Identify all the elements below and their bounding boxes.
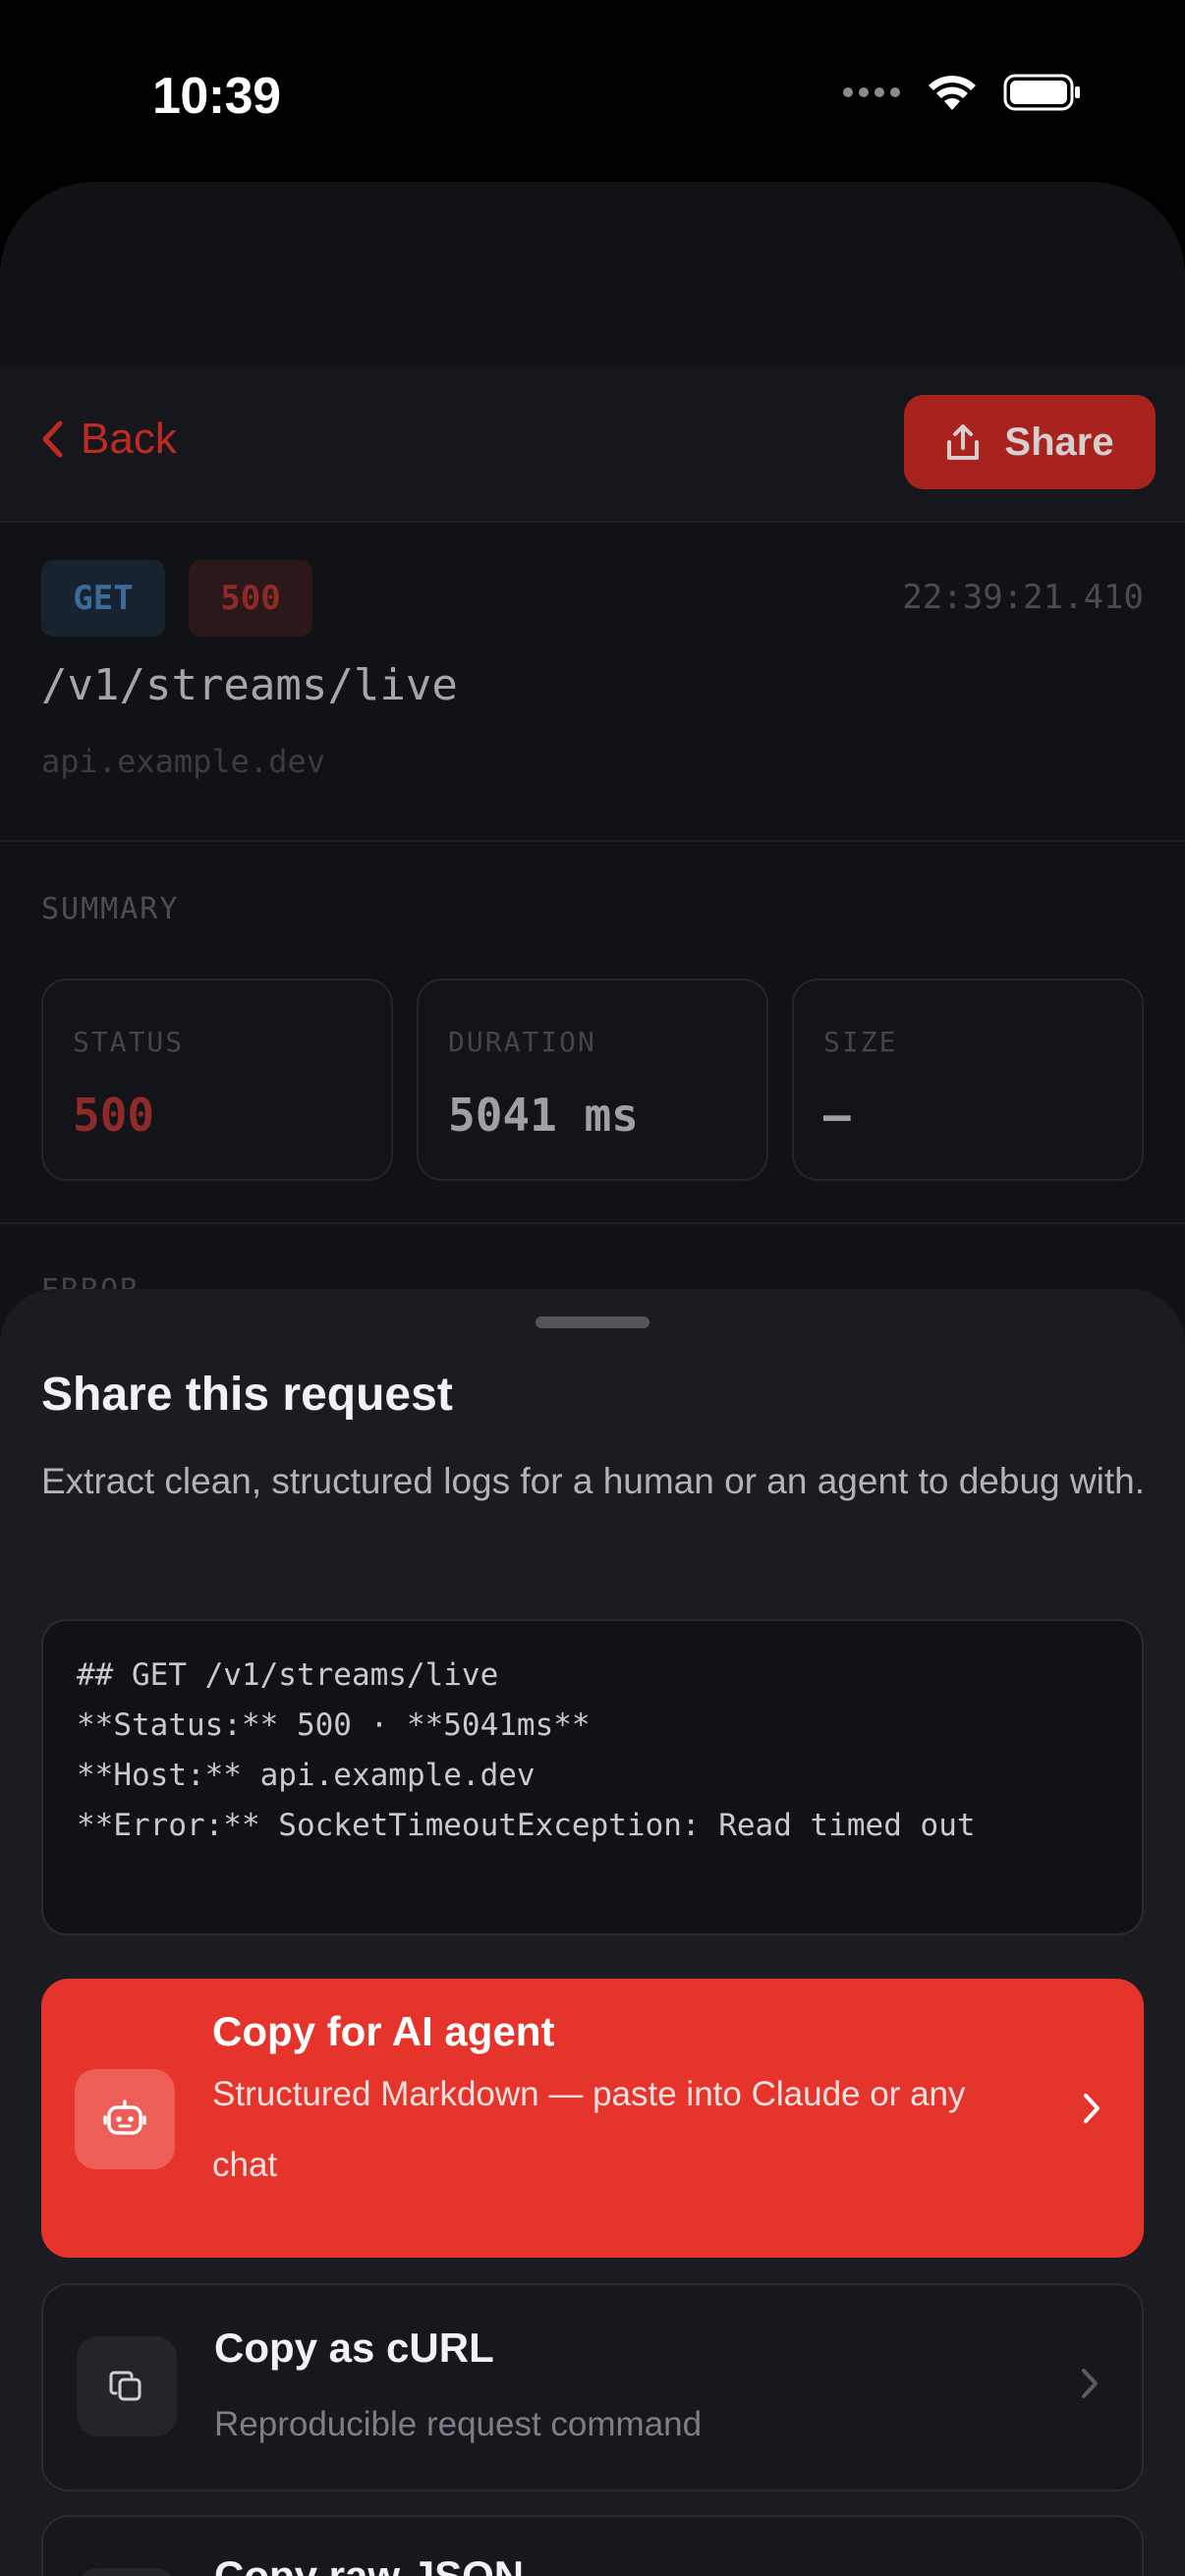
status-stat-card: STATUS 500 (41, 979, 393, 1181)
cellular-signal-icon (843, 87, 900, 97)
duration-stat-card: DURATION 5041 ms (417, 979, 768, 1181)
request-path: /v1/streams/live (41, 660, 458, 710)
share-sheet: Share this request Extract clean, struct… (0, 1289, 1185, 2576)
preview-line: **Host:** api.example.dev (77, 1758, 536, 1793)
sheet-description: Extract clean, structured logs for a hum… (41, 1461, 1145, 1501)
preview-line: **Error:** SocketTimeoutException: Read … (77, 1808, 976, 1843)
status-badge: 500 (189, 560, 312, 637)
copy-for-ai-agent-button[interactable]: Copy for AI agent Structured Markdown — … (41, 1979, 1144, 2258)
stat-value: 500 (73, 1089, 155, 1142)
markdown-preview: ## GET /v1/streams/live **Status:** 500 … (41, 1619, 1144, 1935)
stat-label: SIZE (823, 1026, 898, 1058)
summary-section-label: SUMMARY (41, 892, 180, 926)
wifi-icon (929, 76, 976, 110)
share-label: Share (1004, 420, 1114, 464)
divider (0, 1222, 1185, 1224)
sheet-grabber[interactable] (536, 1316, 649, 1328)
request-header: GET 500 22:39:21.410 /v1/streams/live ap… (0, 523, 1185, 842)
copy-raw-json-button[interactable]: Copy raw JSON (41, 2515, 1144, 2576)
action-subtitle: Reproducible request command (214, 2405, 703, 2443)
chevron-right-icon (1084, 2094, 1100, 2123)
action-title: Copy as cURL (214, 2324, 494, 2371)
status-bar: 10:39 (0, 0, 1185, 187)
preview-line: **Status:** 500 · **5041ms** (77, 1708, 591, 1743)
method-badge: GET (41, 560, 165, 637)
stat-value: — (823, 1089, 851, 1142)
status-icons (842, 73, 1082, 112)
chevron-right-icon (1082, 2369, 1098, 2398)
status-time: 10:39 (152, 68, 281, 125)
request-timestamp: 22:39:21.410 (902, 578, 1144, 617)
stat-label: DURATION (448, 1026, 596, 1058)
share-button[interactable]: Share (904, 395, 1156, 489)
back-label: Back (81, 415, 177, 463)
action-title: Copy raw JSON (214, 2552, 525, 2576)
stat-value: 5041 ms (448, 1089, 639, 1142)
stat-label: STATUS (73, 1026, 185, 1058)
size-stat-card: SIZE — (792, 979, 1144, 1181)
copy-as-curl-button[interactable]: Copy as cURL Reproducible request comman… (41, 2283, 1144, 2492)
share-icon (947, 424, 980, 460)
action-subtitle: Structured Markdown — paste into Claude … (212, 2075, 966, 2184)
chevron-left-icon (42, 420, 63, 458)
sheet-title: Share this request (41, 1369, 453, 1421)
battery-icon (1003, 74, 1080, 111)
nav-bar: Back Share (0, 365, 1185, 523)
code-icon (77, 2568, 177, 2576)
back-button[interactable]: Back (41, 415, 177, 464)
request-host: api.example.dev (41, 743, 325, 780)
action-title: Copy for AI agent (212, 2008, 555, 2054)
copy-icon (77, 2336, 177, 2436)
robot-icon (75, 2069, 175, 2169)
preview-line: ## GET /v1/streams/live (77, 1657, 499, 1693)
